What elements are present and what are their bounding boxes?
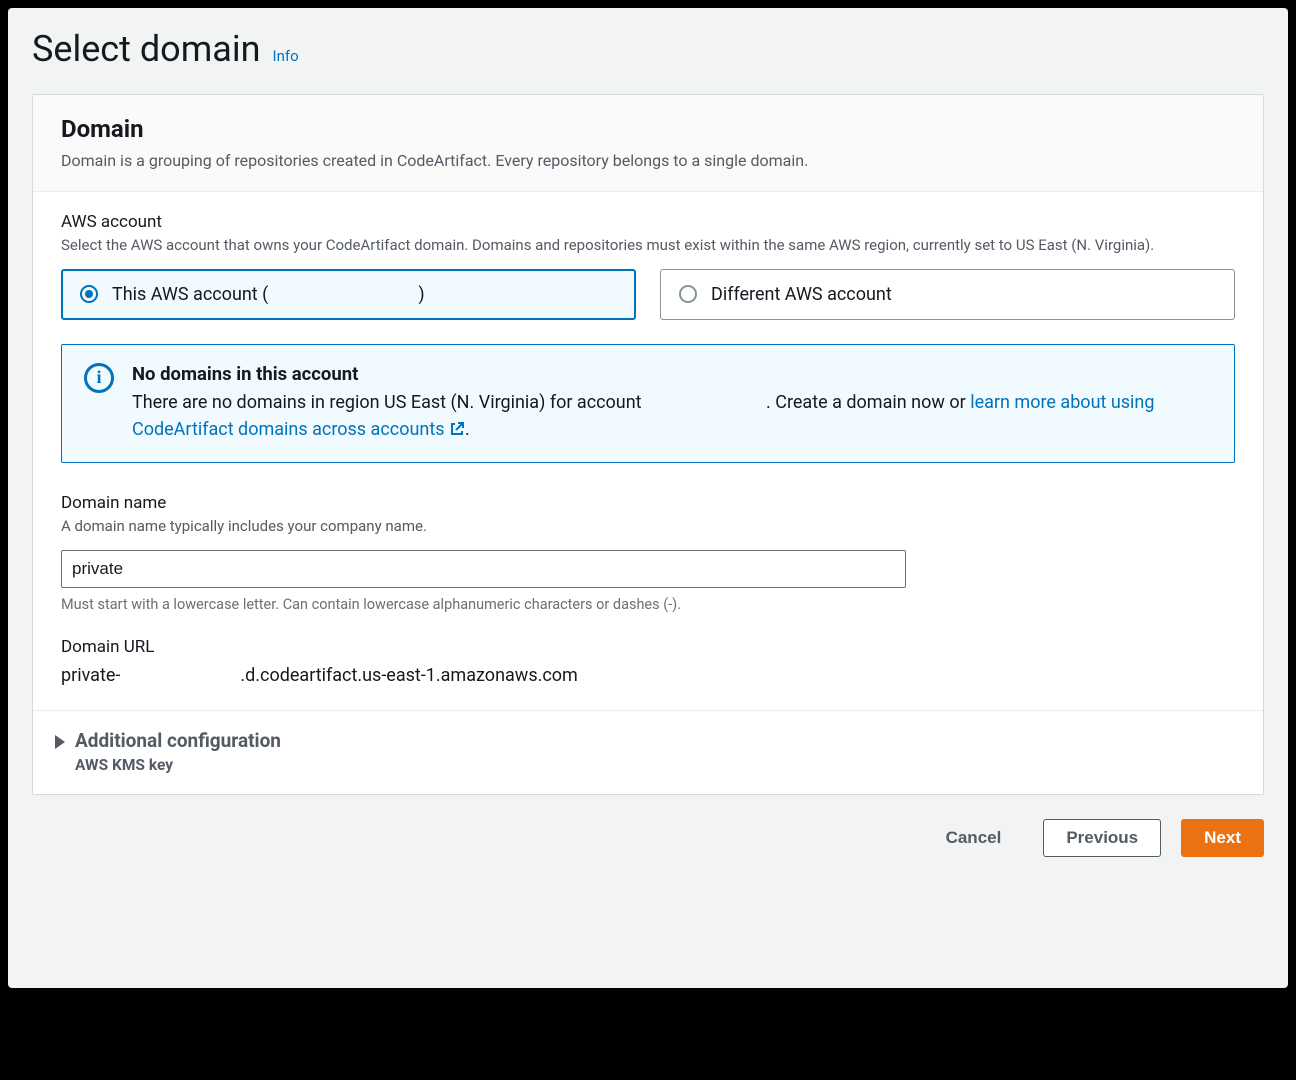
expander-title: Additional configuration [75, 729, 281, 752]
domain-url-prefix: private- [61, 665, 120, 686]
radio-different-account[interactable]: Different AWS account [660, 269, 1235, 320]
caret-right-icon [55, 735, 65, 749]
radio-selected-icon [80, 285, 98, 303]
info-box-title: No domains in this account [132, 363, 1212, 385]
domain-panel: Domain Domain is a grouping of repositor… [32, 94, 1264, 795]
info-box-text-before: There are no domains in region US East (… [132, 392, 646, 413]
domain-name-input[interactable] [61, 550, 906, 588]
info-box-text-after: . [465, 419, 470, 440]
aws-account-label: AWS account [61, 212, 1235, 232]
domain-panel-description: Domain is a grouping of repositories cre… [61, 149, 1235, 173]
radio-this-account[interactable]: This AWS account () [61, 269, 636, 320]
no-domains-info-box: i No domains in this account There are n… [61, 344, 1235, 464]
cancel-button[interactable]: Cancel [924, 820, 1024, 856]
radio-different-account-label: Different AWS account [711, 284, 892, 305]
domain-name-constraint: Must start with a lowercase letter. Can … [61, 596, 1235, 613]
info-link[interactable]: Info [272, 47, 298, 65]
previous-button[interactable]: Previous [1043, 819, 1161, 857]
page-title: Select domain [32, 28, 260, 70]
domain-panel-title: Domain [61, 115, 1235, 143]
info-icon: i [84, 363, 114, 393]
next-button[interactable]: Next [1181, 819, 1264, 857]
radio-this-account-prefix: This AWS account ( [112, 284, 268, 305]
domain-url-suffix: .d.codeartifact.us-east-1.amazonaws.com [240, 665, 577, 686]
aws-account-hint: Select the AWS account that owns your Co… [61, 234, 1235, 257]
additional-configuration-expander[interactable]: Additional configuration AWS KMS key [33, 710, 1263, 794]
expander-subtitle: AWS KMS key [75, 756, 281, 774]
radio-this-account-suffix: ) [418, 284, 424, 305]
external-link-icon [449, 421, 465, 437]
domain-name-label: Domain name [61, 493, 1235, 513]
info-box-text-mid: . Create a domain now or [766, 392, 970, 413]
domain-url-label: Domain URL [61, 637, 1235, 657]
radio-unselected-icon [679, 285, 697, 303]
domain-name-hint: A domain name typically includes your co… [61, 515, 1235, 538]
